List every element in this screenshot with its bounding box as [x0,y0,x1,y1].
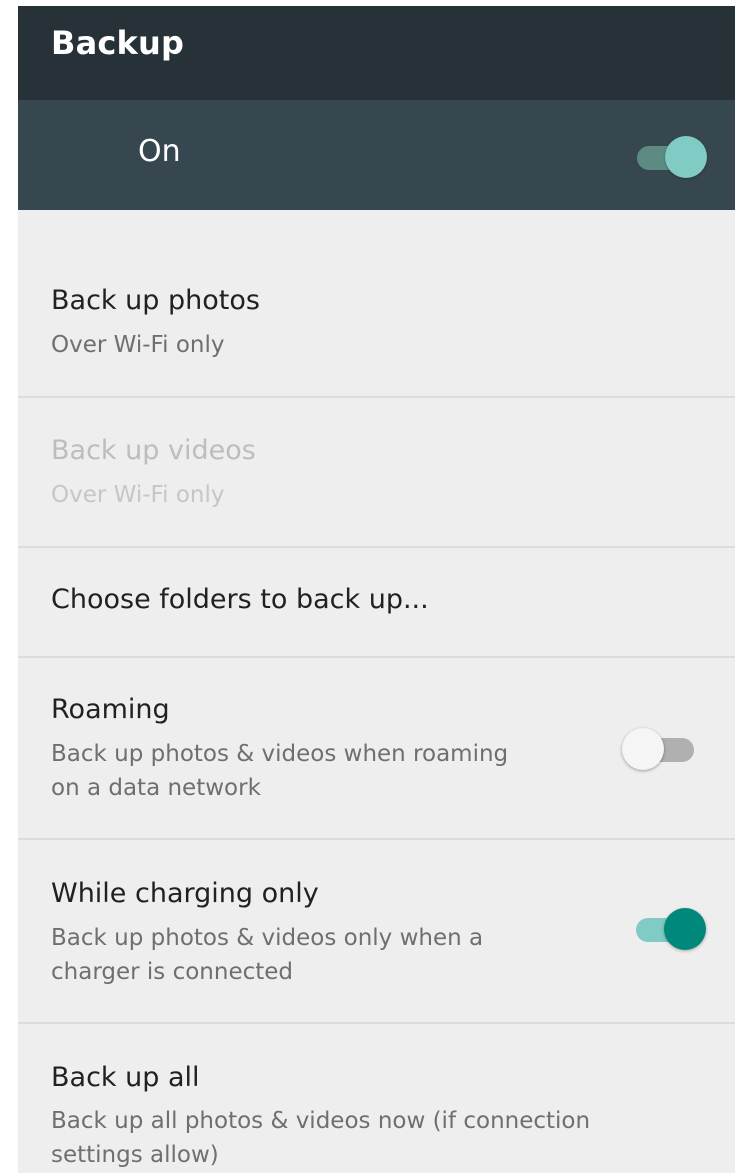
app-toolbar: Backup [18,6,735,100]
item-summary-line1: Back up photos & videos only when a [51,925,484,951]
list-item-back-up-photos[interactable]: Back up photos Over Wi-Fi only [18,210,735,396]
page-title: Backup [51,24,185,62]
charging-toggle-switch[interactable] [636,908,706,952]
roaming-toggle-switch[interactable] [622,728,694,772]
list-item-while-charging[interactable]: While charging only Back up photos & vid… [18,840,735,1022]
master-switch-label: On [138,134,181,169]
item-summary-line1: Back up all photos & videos now (if conn… [51,1108,591,1134]
item-title: Back up photos [51,285,260,316]
item-summary-line2: settings allow) [51,1142,219,1168]
switch-thumb [622,728,664,770]
list-item-back-up-videos: Back up videos Over Wi-Fi only [18,398,735,546]
item-summary-line1: Back up photos & videos when roaming [51,741,509,767]
list-item-back-up-all[interactable]: Back up all Back up all photos & videos … [18,1024,735,1173]
item-title: Back up all [51,1062,200,1093]
item-title: Back up videos [51,435,256,466]
item-summary: Over Wi-Fi only [51,482,225,508]
switch-thumb [665,136,707,178]
list-item-roaming[interactable]: Roaming Back up photos & videos when roa… [18,658,735,838]
item-summary-line2: on a data network [51,775,261,801]
master-switch-bar[interactable]: On [18,100,735,210]
item-title: While charging only [51,878,319,909]
item-summary: Over Wi-Fi only [51,332,225,358]
master-toggle-switch[interactable] [637,136,707,180]
switch-thumb [664,908,706,950]
item-summary-line2: charger is connected [51,959,294,985]
list-item-choose-folders[interactable]: Choose folders to back up... [18,548,735,656]
item-title: Choose folders to back up... [51,584,429,615]
settings-screen: Backup On Back up photos Over Wi-Fi only… [18,6,735,1173]
item-title: Roaming [51,694,170,725]
